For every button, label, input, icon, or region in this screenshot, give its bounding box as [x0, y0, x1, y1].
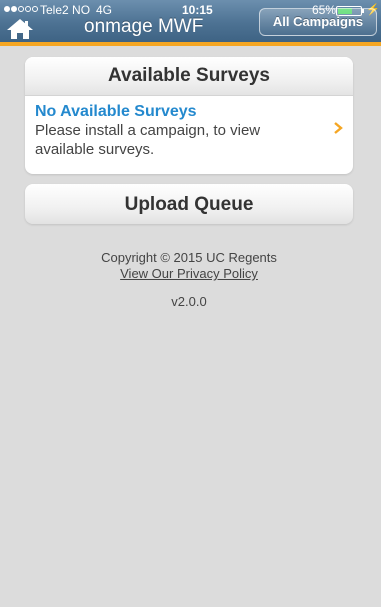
all-campaigns-button[interactable]: All Campaigns	[259, 8, 377, 36]
app-version: v2.0.0	[171, 294, 207, 309]
network-type: 4G	[96, 3, 113, 17]
privacy-policy-link[interactable]: View Our Privacy Policy	[120, 266, 258, 281]
signal-dot	[11, 6, 17, 12]
carrier-name: Tele2 NO	[40, 3, 91, 17]
status-time: 10:15	[182, 3, 213, 17]
upload-queue-button[interactable]: Upload Queue	[25, 184, 353, 224]
survey-item-title: No Available Surveys	[35, 103, 197, 120]
signal-dot	[25, 6, 31, 12]
header-bar: Tele2 NO 4G 10:15 65% ⚡ onmage MWF All C…	[0, 0, 381, 46]
survey-list-item[interactable]: No Available Surveys Please install a ca…	[25, 96, 353, 174]
copyright-text: Copyright © 2015 UC Regents	[101, 250, 277, 265]
available-surveys-panel: Available Surveys No Available Surveys P…	[25, 57, 353, 174]
survey-item-description: Please install a campaign, to view avail…	[35, 122, 261, 158]
home-icon	[7, 19, 33, 39]
app-title: onmage MWF	[84, 16, 204, 37]
signal-dot	[18, 6, 24, 12]
home-button[interactable]	[6, 18, 34, 40]
signal-dot	[32, 6, 38, 12]
signal-dot	[4, 6, 10, 12]
signal-strength-icon	[4, 6, 38, 12]
available-surveys-heading: Available Surveys	[25, 57, 353, 96]
chevron-right-icon	[334, 122, 343, 134]
footer: Copyright © 2015 UC Regents View Our Pri…	[25, 250, 353, 310]
app-screen: Tele2 NO 4G 10:15 65% ⚡ onmage MWF All C…	[0, 0, 381, 607]
